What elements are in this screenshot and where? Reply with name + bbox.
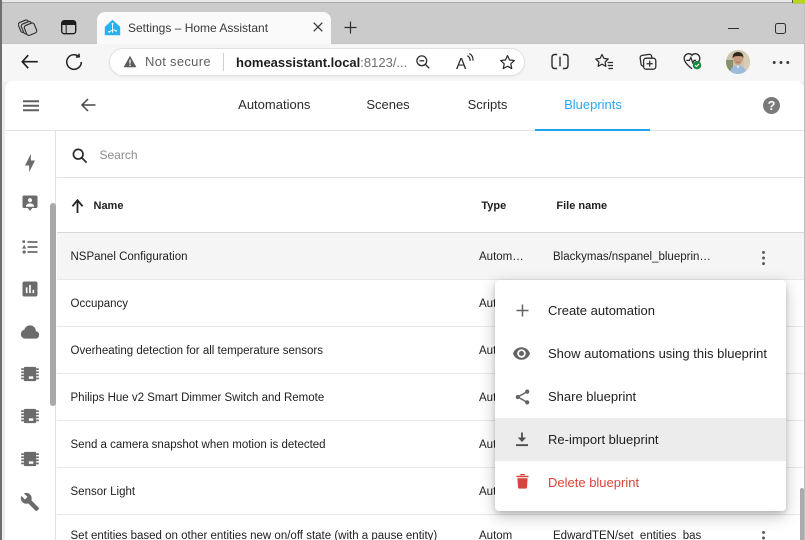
svg-text:A: A (456, 56, 467, 71)
svg-text:?: ? (767, 98, 775, 113)
